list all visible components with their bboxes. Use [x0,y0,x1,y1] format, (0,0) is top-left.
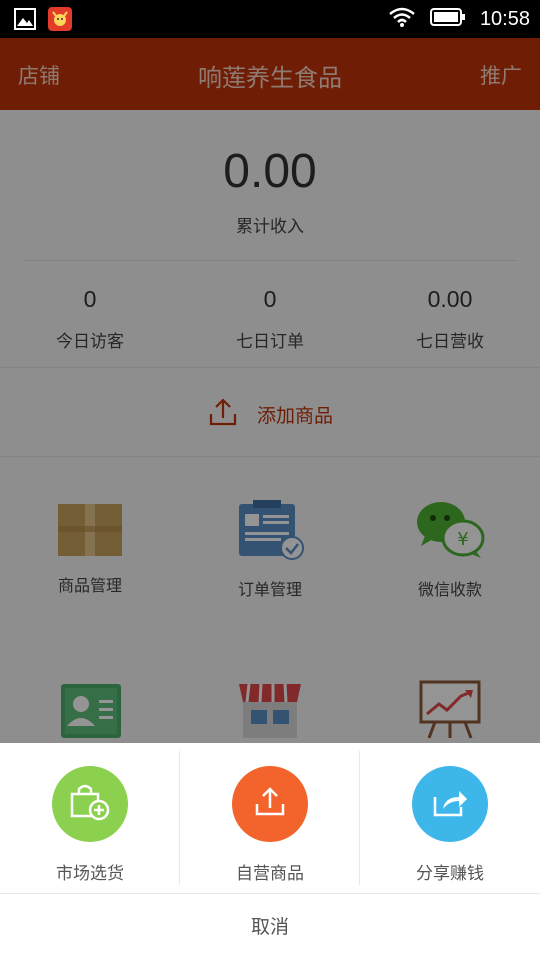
upload-icon [252,784,288,824]
action-sheet: 市场选货 自营商品 分享赚钱 取消 [0,743,540,960]
wifi-icon [388,6,416,32]
option-label: 自营商品 [236,864,304,884]
share-icon [431,785,469,823]
battery-icon [429,6,466,32]
clock: 10:58 [479,7,530,30]
app-notification-icon [48,7,72,35]
own-products-button[interactable]: 自营商品 [180,743,360,893]
share-earn-circle [412,766,488,842]
market-select-button[interactable]: 市场选货 [0,743,180,893]
option-label: 分享赚钱 [416,864,484,884]
own-products-circle [232,766,308,842]
share-earn-button[interactable]: 分享赚钱 [360,743,540,893]
cancel-button[interactable]: 取消 [0,894,540,960]
gallery-icon [14,8,36,34]
option-label: 市场选货 [56,864,124,884]
bag-add-icon [68,782,112,826]
market-select-circle [52,766,128,842]
status-bar: 10:58 [0,0,540,38]
